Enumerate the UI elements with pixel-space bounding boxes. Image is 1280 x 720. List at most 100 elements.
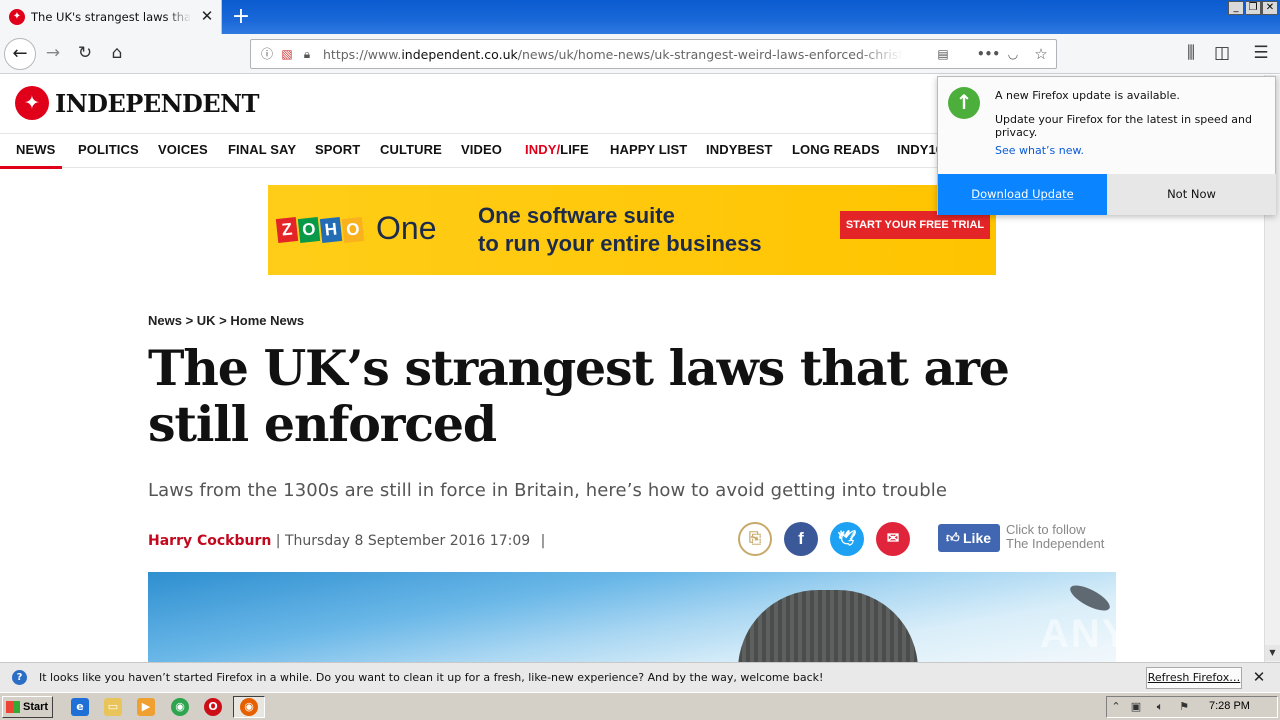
zoho-logo: Z O H O (275, 217, 365, 243)
eagle-logo-icon: ✦ (15, 86, 49, 120)
notification-bar: ? It looks like you haven’t started Fire… (0, 662, 1280, 692)
scroll-down-arrow-icon[interactable]: ▼ (1265, 645, 1280, 661)
zoho-letter-o2: O (341, 217, 365, 243)
lock-icon[interactable]: 🔒︎ (299, 46, 315, 62)
new-tab-button[interactable]: + (228, 4, 254, 30)
action-center-flag-icon[interactable]: ⚑ (1177, 700, 1191, 714)
url-text[interactable]: https://www.independent.co.uk/news/uk/ho… (323, 47, 903, 62)
not-now-button[interactable]: Not Now (1107, 174, 1276, 215)
tracking-protection-icon[interactable]: ▧ (279, 46, 295, 62)
nav-final-say[interactable]: FINAL SAY (228, 142, 296, 157)
media-player-icon[interactable]: ▶ (137, 698, 155, 716)
home-button[interactable]: ⌂ (106, 42, 128, 64)
bookmark-icon[interactable]: ⎘ (738, 522, 772, 556)
nav-video[interactable]: VIDEO (461, 142, 502, 157)
follow-prompt[interactable]: Click to follow The Independent (1006, 523, 1104, 551)
byline-separator-end: | (540, 533, 546, 549)
nav-culture[interactable]: CULTURE (380, 142, 442, 157)
back-button[interactable]: ← (4, 38, 36, 70)
hero-bird-shape (1066, 580, 1114, 616)
refresh-firefox-button[interactable]: Refresh Firefox… (1146, 667, 1242, 689)
update-arrow-icon: ↑ (948, 87, 980, 119)
facebook-share-icon[interactable]: f (784, 522, 818, 556)
hero-hat-shape (738, 590, 918, 662)
tab-close-icon[interactable]: ✕ (199, 8, 215, 24)
internet-explorer-icon[interactable]: e (71, 698, 89, 716)
nav-indy-life[interactable]: INDY/LIFE (525, 142, 589, 157)
nav-politics[interactable]: POLITICS (78, 142, 139, 157)
ad-headline-line2: to run your entire business (478, 231, 762, 256)
nav-voices[interactable]: VOICES (158, 142, 208, 157)
windows-flag-icon (6, 701, 20, 713)
reload-button[interactable]: ↻ (74, 42, 96, 64)
url-bar[interactable]: ⓘ ▧ 🔒︎ https://www.independent.co.uk/new… (250, 39, 1057, 69)
windows-taskbar: Start e ▭ ▶ ◉ O ◉ ⌃ ▣ 🔈︎ ⚑ 7:28 PM (0, 692, 1280, 720)
whats-new-link[interactable]: See what’s new. (995, 144, 1084, 157)
minimize-button[interactable]: _ (1228, 1, 1244, 15)
nav-happy-list[interactable]: HAPPY LIST (610, 142, 687, 157)
ad-headline-line1: One software suite (478, 203, 675, 228)
update-doorhanger: ↑ A new Firefox update is available. Upd… (937, 76, 1276, 215)
download-update-button[interactable]: Download Update (938, 174, 1107, 215)
active-tab[interactable]: ✦ The UK's strangest laws that are still… (0, 0, 222, 34)
logo-text: INDEPENDENT (55, 88, 259, 118)
chrome-icon[interactable]: ◉ (171, 698, 189, 716)
doorhanger-body: Update your Firefox for the latest in sp… (995, 113, 1253, 139)
thumbs-up-icon: 👍︎ (946, 530, 960, 545)
active-nav-indicator (0, 166, 62, 169)
network-icon[interactable]: ▣ (1129, 700, 1143, 714)
nav-indybest[interactable]: INDYBEST (706, 142, 773, 157)
menu-icon[interactable]: ☰ (1250, 42, 1272, 64)
byline: Harry Cockburn | Thursday 8 September 20… (148, 533, 545, 549)
nav-news[interactable]: NEWS (16, 142, 55, 157)
facebook-like-button[interactable]: 👍︎ Like (938, 524, 1000, 552)
nav-long-reads[interactable]: LONG READS (792, 142, 880, 157)
firefox-icon: ◉ (240, 698, 258, 716)
author-link[interactable]: Harry Cockburn (148, 533, 271, 549)
sidebar-icon[interactable]: ◫ (1211, 42, 1233, 64)
file-explorer-icon[interactable]: ▭ (104, 698, 122, 716)
ad-banner[interactable]: Z O H O One One software suite to run yo… (268, 185, 996, 275)
independent-favicon-icon: ✦ (9, 9, 25, 25)
tab-title: The UK's strangest laws that are still e… (31, 10, 191, 24)
anyrun-watermark: ANY RUN (1040, 612, 1236, 656)
doorhanger-title: A new Firefox update is available. (995, 89, 1180, 102)
system-clock[interactable]: 7:28 PM (1209, 700, 1250, 712)
restore-button[interactable]: ❐ (1245, 1, 1261, 15)
opera-icon[interactable]: O (204, 698, 222, 716)
zoho-letter-h: H (319, 217, 343, 243)
ad-cta-button[interactable]: START YOUR FREE TRIAL (840, 211, 990, 239)
twitter-share-icon[interactable]: 🕊︎ (830, 522, 864, 556)
page-actions-icon[interactable]: ••• (977, 46, 1000, 62)
article-standfirst: Laws from the 1300s are still in force i… (148, 480, 947, 501)
nav-life-label: LIFE (560, 142, 589, 157)
follow-line1: Click to follow (1006, 522, 1086, 537)
notification-text: It looks like you haven’t started Firefo… (39, 671, 824, 684)
notification-close-icon[interactable]: ✕ (1250, 668, 1268, 686)
article-headline: The UK’s strangest laws that are still e… (148, 339, 1010, 453)
start-label: Start (23, 701, 49, 713)
breadcrumb[interactable]: News > UK > Home News (148, 313, 304, 328)
zoho-letter-o1: O (297, 217, 321, 243)
site-info-icon[interactable]: ⓘ (259, 46, 275, 62)
byline-separator: | (275, 533, 281, 549)
nav-sport[interactable]: SPORT (315, 142, 360, 157)
site-logo[interactable]: ✦ INDEPENDENT (15, 85, 259, 121)
forward-button[interactable]: → (42, 42, 64, 64)
tray-expand-icon[interactable]: ⌃ (1109, 700, 1123, 714)
info-icon: ? (12, 670, 27, 685)
bookmark-star-icon[interactable]: ☆ (1033, 46, 1049, 62)
library-icon[interactable]: ⫼ (1180, 42, 1202, 64)
volume-icon[interactable]: 🔈︎ (1153, 700, 1167, 714)
publish-date: Thursday 8 September 2016 17:09 (284, 533, 531, 549)
close-window-button[interactable]: ✕ (1262, 1, 1278, 15)
firefox-taskbar-button[interactable]: ◉ (233, 696, 265, 718)
email-share-icon[interactable]: ✉ (876, 522, 910, 556)
start-button[interactable]: Start (2, 696, 53, 718)
zoho-letter-z: Z (275, 217, 299, 243)
navigation-toolbar: ← → ↻ ⌂ ⓘ ▧ 🔒︎ https://www.independent.c… (0, 34, 1280, 74)
pocket-icon[interactable]: ◡ (1005, 46, 1021, 62)
like-label: Like (963, 530, 992, 546)
follow-line2: The Independent (1006, 536, 1105, 551)
reader-view-icon[interactable]: ▤ (935, 46, 951, 62)
